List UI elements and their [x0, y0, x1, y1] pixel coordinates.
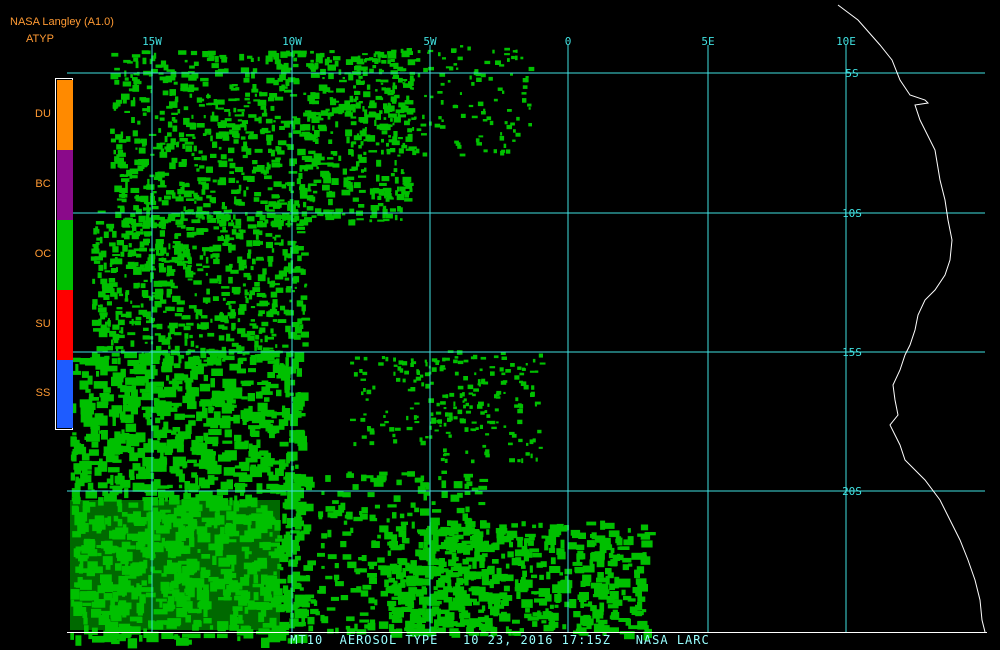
- lon-label: 5E: [701, 35, 714, 48]
- lat-label: 20S: [842, 485, 862, 498]
- lat-label: 10S: [842, 207, 862, 220]
- legend-swatch-du: [57, 80, 73, 150]
- header-title: NASA Langley (A1.0): [10, 16, 114, 28]
- legend-label-bc: BC: [35, 178, 51, 190]
- legend-swatch-su: [57, 290, 73, 360]
- legend-label-oc: OC: [34, 248, 52, 260]
- legend-swatch-bc: [57, 150, 73, 220]
- legend-swatch-oc: [57, 220, 73, 290]
- lon-label: 0: [565, 35, 572, 48]
- legend-label-du: DU: [35, 108, 51, 120]
- lat-label: 5S: [845, 67, 858, 80]
- lon-label: 15W: [142, 35, 162, 48]
- legend-label-ss: SS: [35, 387, 51, 399]
- lon-label: 10E: [836, 35, 856, 48]
- lon-label: 5W: [423, 35, 437, 48]
- lat-label: 15S: [842, 346, 862, 359]
- map-canvas: 15W 10W 5W 0 5E 10E 5S 10S 15S 20S: [0, 0, 1000, 650]
- product-label: ATYP: [26, 33, 54, 45]
- legend-swatch-ss: [57, 360, 73, 428]
- legend-label-su: SU: [35, 318, 51, 330]
- legend-colorbar: [55, 78, 73, 430]
- lon-label: 10W: [282, 35, 302, 48]
- footer-caption: MT10 AEROSOL TYPE 10 23, 2016 17:15Z NAS…: [290, 633, 710, 647]
